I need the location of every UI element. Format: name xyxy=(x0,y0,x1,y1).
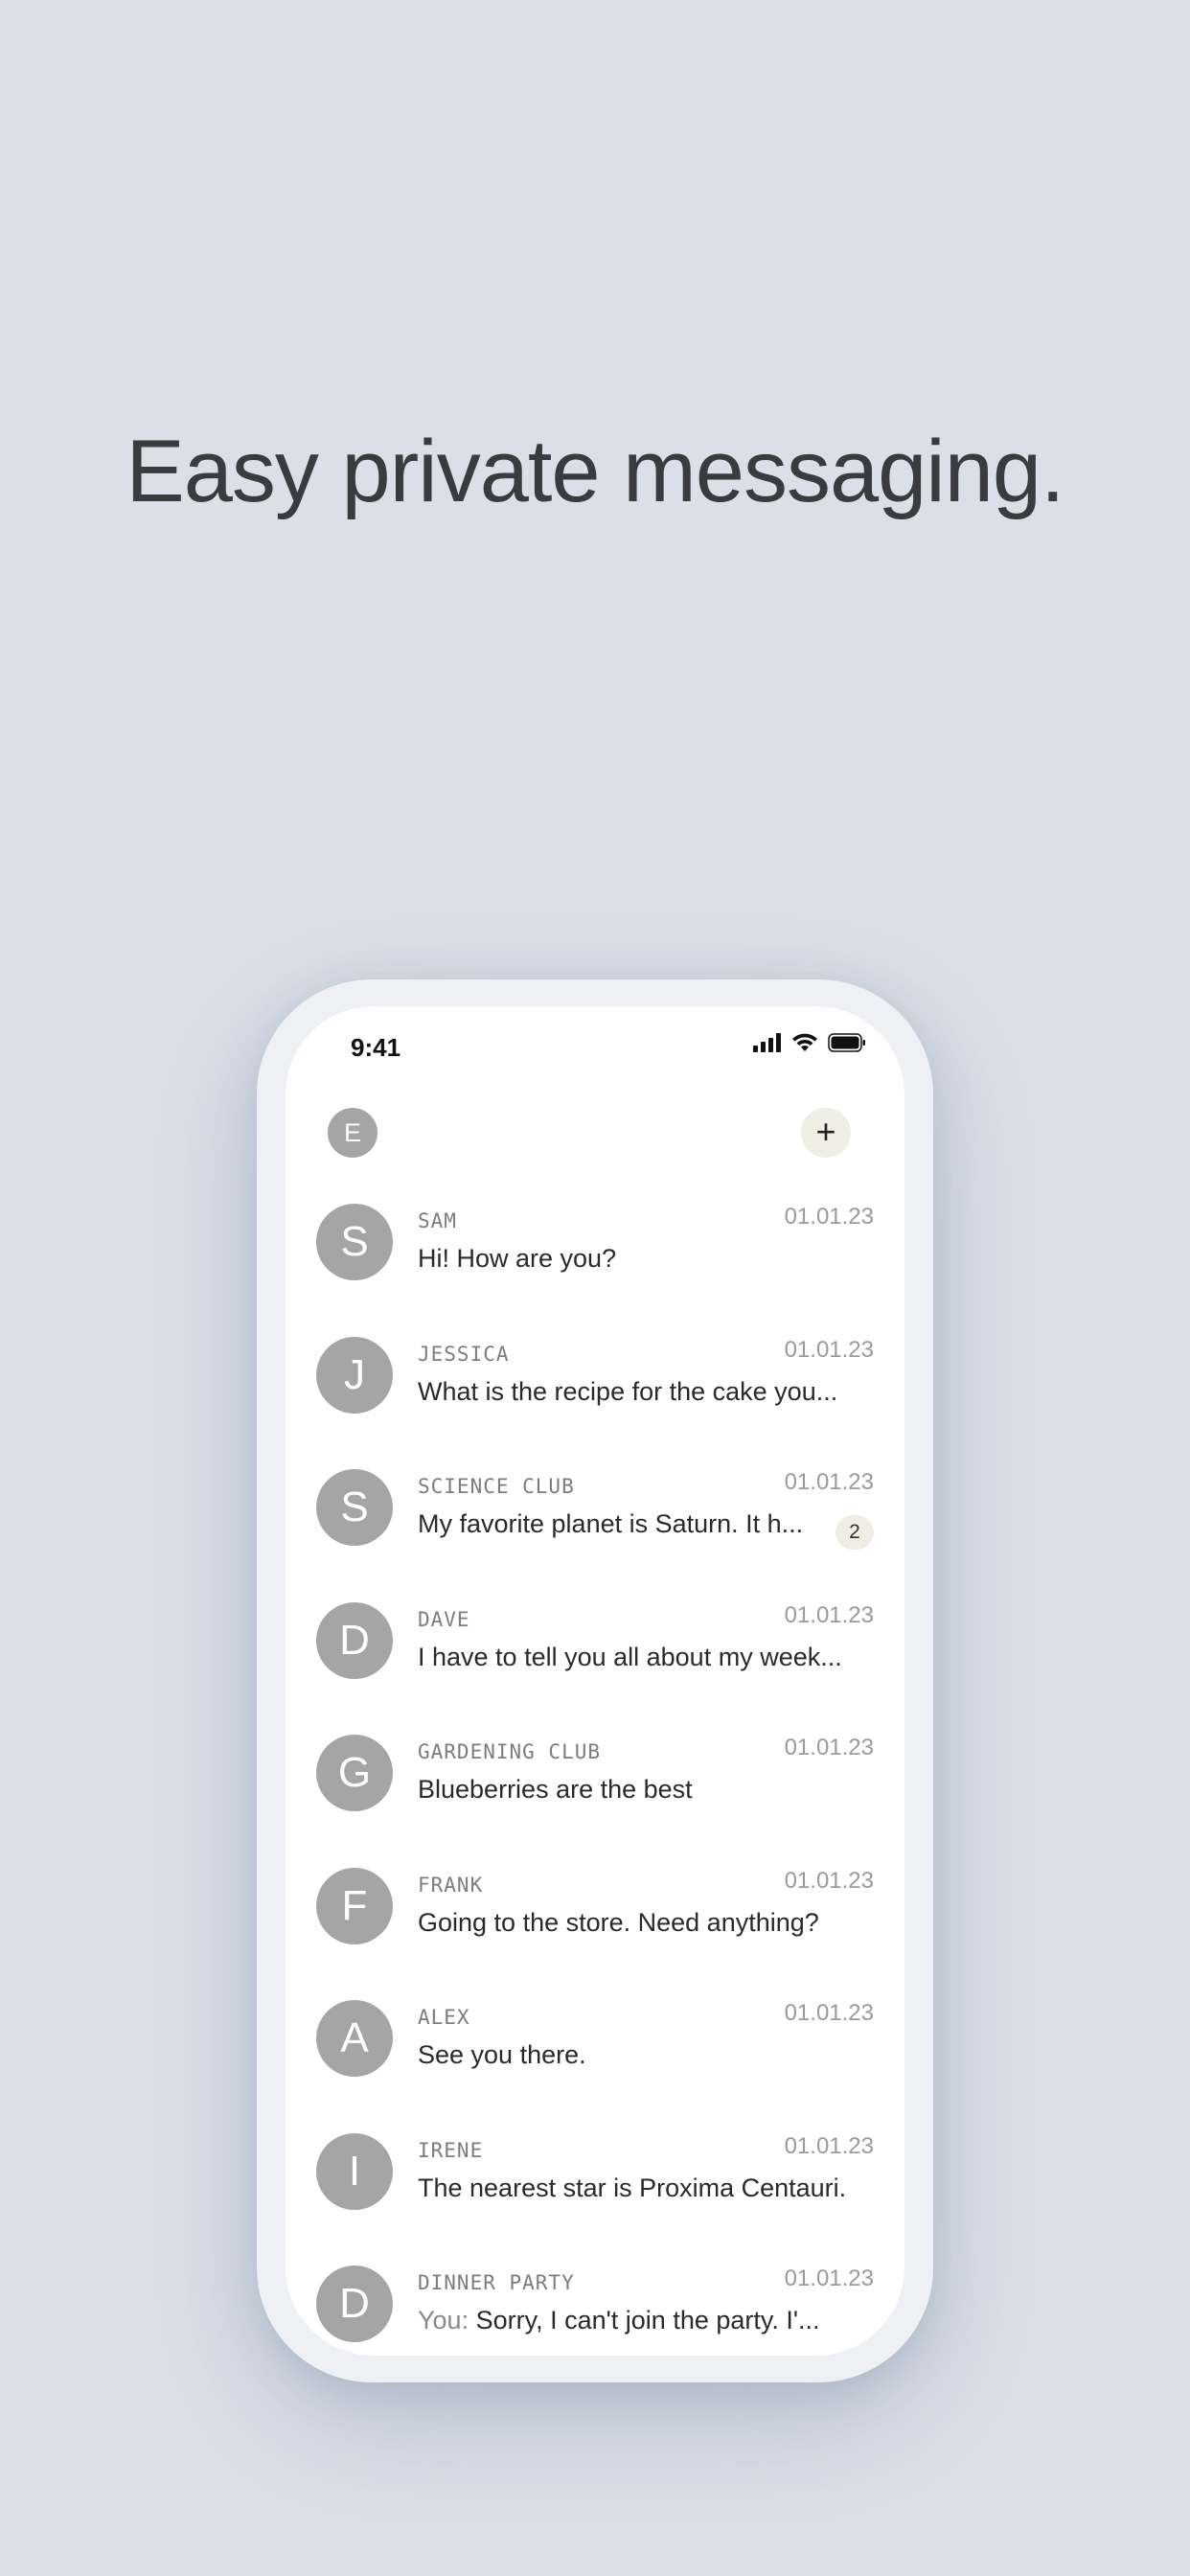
contact-name: FRANK xyxy=(418,1873,484,1897)
contact-name: GARDENING CLUB xyxy=(418,1740,602,1763)
conversation-row[interactable]: S SAM 01.01.23 Hi! How are you? xyxy=(286,1204,904,1337)
preview-text: The nearest star is Proxima Centauri. xyxy=(418,2173,847,2202)
conversation-row[interactable]: S SCIENCE CLUB 01.01.23 My favorite planet … xyxy=(286,1469,904,1602)
contact-avatar: J xyxy=(316,1336,393,1414)
message-date: 01.01.23 xyxy=(784,1336,874,1363)
message-date: 01.01.23 xyxy=(784,1601,874,1628)
contact-avatar: S xyxy=(316,1469,393,1546)
profile-avatar[interactable]: E xyxy=(328,1108,378,1158)
message-preview: Blueberries are the best xyxy=(418,1775,849,1805)
message-preview: My favorite planet is Saturn. It h... xyxy=(418,1509,849,1539)
unread-badge: 2 xyxy=(835,1515,874,1550)
conversation-row[interactable]: G GARDENING CLUB 01.01.23 Blueberries are t… xyxy=(286,1735,904,1868)
conversation-row[interactable]: F FRANK 01.01.23 Going to the store. Need a… xyxy=(286,1867,904,2001)
message-date: 01.01.23 xyxy=(784,1867,874,1894)
status-bar: 9:41 xyxy=(286,1006,904,1083)
wifi-icon xyxy=(792,1033,817,1051)
phone-screen: 9:41 E + S SAM 01.01.23 Hi! How are you? xyxy=(286,1006,904,2356)
message-date: 01.01.23 xyxy=(784,1735,874,1760)
contact-avatar: S xyxy=(316,1204,393,1280)
status-icons xyxy=(753,1033,866,1052)
contact-avatar: D xyxy=(316,1601,393,1679)
contact-avatar: F xyxy=(316,1867,393,1944)
preview-text: Hi! How are you? xyxy=(418,1244,617,1273)
contact-avatar: D xyxy=(316,2266,393,2342)
preview-text: See you there. xyxy=(418,2040,586,2069)
contact-name: JESSICA xyxy=(418,1342,510,1366)
headline: Easy private messaging. xyxy=(126,423,1064,520)
contact-avatar: G xyxy=(316,1735,393,1811)
preview-text: Blueberries are the best xyxy=(418,1775,693,1804)
cellular-signal-icon xyxy=(753,1033,781,1052)
conversation-row[interactable]: D DAVE 01.01.23 I have to tell you all abou… xyxy=(286,1601,904,1736)
message-preview: Going to the store. Need anything? xyxy=(418,1908,849,1938)
message-date: 01.01.23 xyxy=(784,1204,874,1230)
status-time: 9:41 xyxy=(351,1033,401,1062)
message-preview: I have to tell you all about my week... xyxy=(418,1643,849,1672)
contact-name: ALEX xyxy=(418,2006,470,2029)
preview-text: Sorry, I can't join the party. I'... xyxy=(475,2306,820,2334)
contact-avatar: A xyxy=(316,2000,393,2077)
message-preview: You: Sorry, I can't join the party. I'..… xyxy=(418,2306,849,2335)
preview-text: I have to tell you all about my week... xyxy=(418,1642,842,1671)
conversation-row[interactable]: A ALEX 01.01.23 See you there. xyxy=(286,2000,904,2133)
contact-name: SAM xyxy=(418,1209,457,1232)
message-preview: The nearest star is Proxima Centauri. xyxy=(418,2174,849,2203)
contact-name: IRENE xyxy=(418,2138,484,2162)
contact-name: DINNER PARTY xyxy=(418,2271,575,2294)
new-message-button[interactable]: + xyxy=(801,1108,851,1158)
conversation-list: S SAM 01.01.23 Hi! How are you? J JESSICA 01.0… xyxy=(286,1204,904,2356)
sender-prefix: You: xyxy=(418,2306,469,2334)
conversation-row[interactable]: I IRENE 01.01.23 The nearest star is Proxim… xyxy=(286,2132,904,2266)
contact-avatar: I xyxy=(316,2132,393,2210)
top-bar: E + xyxy=(286,1083,904,1179)
message-preview: What is the recipe for the cake you... xyxy=(418,1377,849,1407)
message-date: 01.01.23 xyxy=(784,2266,874,2291)
message-date: 01.01.23 xyxy=(784,1469,874,1495)
preview-text: Going to the store. Need anything? xyxy=(418,1907,819,1937)
message-date: 01.01.23 xyxy=(784,2000,874,2026)
preview-text: My favorite planet is Saturn. It h... xyxy=(418,1509,804,1538)
conversation-row[interactable]: J JESSICA 01.01.23 What is the recipe for t… xyxy=(286,1336,904,1470)
battery-icon xyxy=(828,1033,865,1052)
contact-name: SCIENCE CLUB xyxy=(418,1475,575,1498)
conversation-row[interactable]: D DINNER PARTY 01.01.23 You: Sorry, I can't… xyxy=(286,2266,904,2356)
preview-text: What is the recipe for the cake you... xyxy=(418,1376,838,1406)
message-preview: Hi! How are you? xyxy=(418,1244,849,1274)
message-date: 01.01.23 xyxy=(784,2132,874,2159)
message-preview: See you there. xyxy=(418,2040,849,2070)
contact-name: DAVE xyxy=(418,1607,470,1631)
